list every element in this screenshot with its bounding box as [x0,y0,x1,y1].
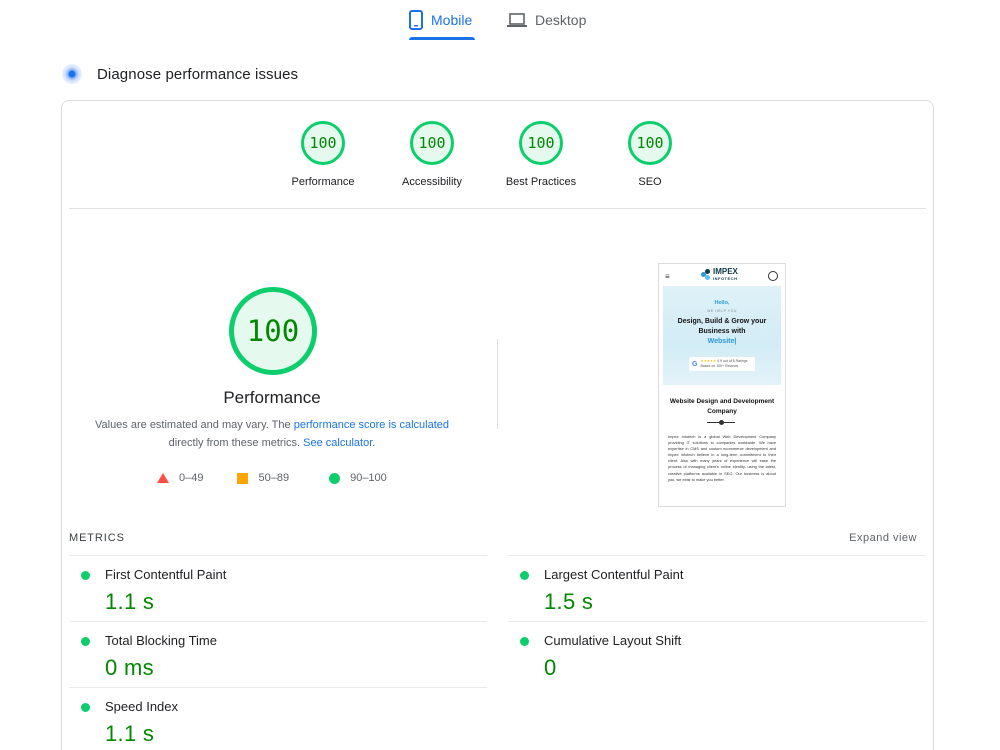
logo-mark-icon [701,269,711,281]
pass-circle-icon [520,637,529,646]
performance-title: Performance [223,388,321,407]
triangle-icon [157,473,169,483]
metric-label: Speed Index [105,699,179,714]
performance-gauge: 100 [301,121,345,165]
thumb-review-line1: 4.9 out of 5 Ratings [717,359,748,363]
summary-seo[interactable]: 100 SEO [600,121,700,188]
thumb-body-text: Impex Infotech is a global Web Developme… [668,434,776,482]
google-icon: G [692,360,698,368]
metric-value: 0 [544,655,557,680]
summary-performance[interactable]: 100 Performance [273,121,373,188]
score-legend: 0–49 50–89 90–100 [157,471,387,485]
best-practices-gauge: 100 [519,121,563,165]
circle-icon [329,472,341,484]
thumb-review-text: ★★★★★ 4.9 out of 5 Ratings Based on 100+… [700,359,747,369]
active-tab-indicator [409,37,475,40]
legend-fail: 0–49 [157,472,203,484]
legend-average-label: 50–89 [258,472,290,484]
diagnose-icon [62,64,82,84]
metric-first-contentful-paint: First Contentful Paint 1.1 s [69,555,487,622]
thumb-headline-accent: Website| [707,338,737,345]
pass-circle-icon [81,637,90,646]
thumb-header: ≡ IMPEX INFOTECH [659,264,785,286]
phone-icon [409,10,423,30]
tab-mobile[interactable]: Mobile [409,0,475,40]
laptop-icon [507,13,527,27]
metric-label: First Contentful Paint [105,567,227,582]
metric-cumulative-layout-shift: Cumulative Layout Shift 0 [508,621,926,688]
vertical-divider [497,339,498,429]
metric-value: 0 ms [105,655,154,680]
legend-fail-label: 0–49 [179,472,204,484]
metric-label: Cumulative Layout Shift [544,633,682,648]
legend-pass: 90–100 [329,472,387,484]
pass-circle-icon [81,571,90,580]
metric-label: Total Blocking Time [105,633,217,648]
tab-mobile-label: Mobile [431,12,473,28]
score-note: Values are estimated and may vary. The p… [82,416,462,452]
accessibility-gauge-label: Accessibility [402,176,462,188]
metrics-heading: METRICS [69,532,125,544]
report-card: 100 Performance 100 Accessibility 100 Be… [61,100,934,750]
thumb-logo: IMPEX INFOTECH [701,268,738,282]
tab-desktop-label: Desktop [535,12,587,28]
thumb-review-line2: Based on 100+ Reviews [700,364,739,368]
thumb-hello: Hello, [714,300,730,306]
thumb-review-stars: ★★★★★ [700,359,717,363]
device-tabs: Mobile Desktop [0,0,1000,42]
note-prefix: Values are estimated and may vary. The [94,419,294,431]
thumb-logo-sub: INFOTECH [713,276,738,281]
metric-total-blocking-time: Total Blocking Time 0 ms [69,621,487,688]
summary-best-practices[interactable]: 100 Best Practices [491,121,591,188]
performance-score-link[interactable]: performance score is calculated [294,419,449,431]
note-middle: directly from these metrics. [168,437,304,449]
metric-label: Largest Contentful Paint [544,567,684,582]
tab-desktop[interactable]: Desktop [507,0,589,40]
page-screenshot-thumbnail: ≡ IMPEX INFOTECH Hello, WE HELP YOU Desi… [658,263,786,507]
thumb-review-badge: G ★★★★★ 4.9 out of 5 Ratings Based on 10… [689,357,755,371]
performance-gauge-label: Performance [291,176,355,188]
metric-largest-contentful-paint: Largest Contentful Paint 1.5 s [508,555,926,622]
thumb-headline: Design, Build & Grow your Business with [677,318,767,335]
metric-value: 1.1 s [105,589,155,614]
pass-circle-icon [81,703,90,712]
expand-view-button[interactable]: Expand view [849,532,917,544]
menu-icon: ≡ [665,272,670,281]
legend-pass-label: 90–100 [350,472,387,484]
thumb-rule-dot [719,420,724,425]
summary-accessibility[interactable]: 100 Accessibility [382,121,482,188]
summary-divider [69,208,926,209]
thumb-logo-text: IMPEX INFOTECH [713,268,738,282]
thumb-hero: Hello, WE HELP YOU Design, Build & Grow … [663,286,781,385]
performance-score-gauge: 100 [229,287,317,375]
metric-speed-index: Speed Index 1.1 s [69,687,487,750]
square-icon [237,472,249,484]
metric-value: 1.5 s [544,589,594,614]
best-practices-gauge-label: Best Practices [505,176,577,188]
seo-gauge-label: SEO [638,176,662,188]
diagnose-header: Diagnose performance issues [62,62,298,86]
thumb-section-title: Website Design and Development Company [669,398,775,415]
seo-gauge: 100 [628,121,672,165]
thumb-we-help: WE HELP YOU [707,309,737,313]
legend-average: 50–89 [237,472,289,484]
see-calculator-link[interactable]: See calculator. [303,437,375,449]
metric-value: 1.1 s [105,721,155,746]
diagnose-title: Diagnose performance issues [97,65,299,83]
score-summary: 100 Performance 100 Accessibility 100 Be… [292,121,701,201]
pass-circle-icon [520,571,529,580]
theme-toggle-icon [768,271,778,281]
accessibility-gauge: 100 [410,121,454,165]
